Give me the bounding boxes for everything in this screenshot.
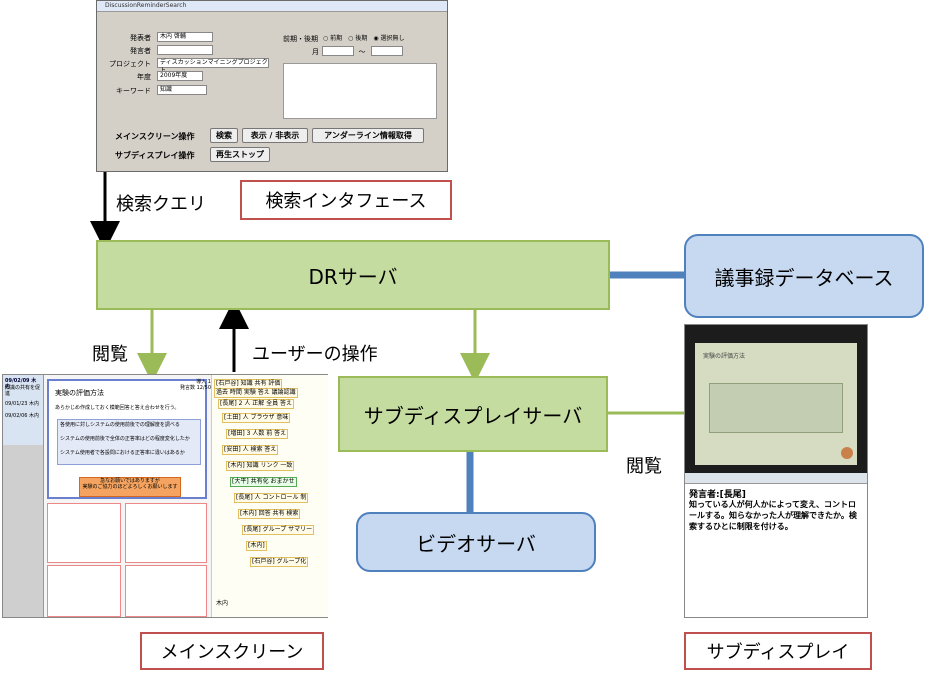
- slide-bullets-box: 各使用に対しシステムの使用前後での理解度を調べる システムの使用前後で全体の正答…: [57, 419, 201, 465]
- month-from-select[interactable]: [322, 46, 354, 56]
- slide-line: あらかじめ作成しておく模範回答と答え合わせを行う。: [55, 405, 180, 411]
- sub-video-frame: 実験の評価方法: [695, 343, 857, 465]
- term-radio-group[interactable]: ○ 前期 ○ 後期 ◉ 選択無し: [323, 33, 405, 42]
- tree-node[interactable]: 過去 時間 実験 答え 議論認識: [214, 388, 298, 398]
- results-list[interactable]: [283, 63, 437, 119]
- doc-thumb[interactable]: [125, 503, 207, 563]
- slide-bullet: システム使用者で各設問における正答率に違いはあるか: [60, 450, 185, 456]
- tree-footer: 木内: [216, 600, 229, 607]
- toggle-button[interactable]: 表示 / 非表示: [242, 128, 308, 143]
- subdisplay-server-box: サブディスプレイサーバ: [338, 376, 608, 452]
- year-label: 年度: [137, 73, 151, 81]
- minutes-db-box: 議事録データベース: [684, 234, 924, 318]
- project-select[interactable]: ディスカッションマイニングプロジェクト: [157, 58, 269, 74]
- video-server-box: ビデオサーバ: [356, 512, 596, 572]
- sub-slide-dot: [841, 447, 853, 459]
- tree-node[interactable]: [木内]: [246, 541, 267, 551]
- tree-node[interactable]: [長尾] グループ サマリー: [242, 525, 315, 535]
- dr-server-box: DRサーバ: [96, 240, 610, 310]
- main-screen-thumbnail: 09/02/09 木内 知識の共有を促進 09/01/23 木内 09/02/0…: [2, 374, 328, 618]
- month-label: 月: [312, 48, 319, 56]
- speaker-label: 発表者: [130, 34, 151, 42]
- discussion-tree: [石戸谷] 知識 共有 評価 過去 時間 実験 答え 議論認識 [長尾] 2 人…: [211, 375, 328, 617]
- left-item[interactable]: 09/01/23 木内: [5, 401, 41, 407]
- slide-header-right: 導入 1 発言数 12/50: [180, 379, 211, 391]
- term-radio-2[interactable]: ○ 後期: [348, 33, 367, 42]
- term-label: 前期・後期: [283, 35, 318, 43]
- tree-node[interactable]: [木内] 知識 リンク 一致: [226, 461, 295, 471]
- stop-button[interactable]: 再生ストップ: [210, 147, 270, 162]
- speaker2-label: 発言者: [130, 47, 151, 55]
- year-select[interactable]: 2009年度: [157, 71, 203, 81]
- slide-orange-box: 急なお願いではありますが 実験のご協力のほどよろしくお願いします: [79, 477, 181, 497]
- sub-ops-label: サブディスプレイ操作: [115, 151, 195, 160]
- main-left-pane: 09/02/09 木内 知識の共有を促進 09/01/23 木内 09/02/0…: [3, 375, 44, 617]
- browse-right-label: 閲覧: [626, 456, 662, 477]
- search-window-title: DiscussionReminderSearch: [97, 1, 447, 12]
- tree-node[interactable]: [土田] 人 ブラウザ 意味: [222, 413, 291, 423]
- project-label: プロジェクト: [109, 60, 151, 68]
- slide-bullet: 各使用に対しシステムの使用前後での理解度を調べる: [60, 422, 180, 428]
- speaker-select[interactable]: 木内 啓輔: [157, 32, 213, 42]
- month-to-select[interactable]: [371, 46, 403, 56]
- search-query-label: 検索クエリ: [116, 194, 206, 215]
- sub-utterance: 知っている人が何人かによって変え、コントロールする。知らなかった人が理解できたか…: [689, 500, 857, 531]
- slide-area: 実験の評価方法 あらかじめ作成しておく模範回答と答え合わせを行う。 各使用に対し…: [47, 379, 207, 499]
- doc-thumbs: [47, 503, 209, 617]
- left-item[interactable]: 知識の共有を促進: [5, 385, 41, 397]
- underline-button[interactable]: アンダーライン情報取得: [312, 128, 424, 143]
- sub-display-label: サブディスプレイ: [684, 632, 872, 670]
- doc-thumb[interactable]: [125, 565, 207, 617]
- main-screen-label: メインスクリーン: [140, 632, 324, 670]
- tree-node[interactable]: [増田] 3 人数 前 答え: [226, 429, 289, 439]
- term-radio-3[interactable]: ◉ 選択無し: [373, 33, 404, 42]
- sub-slide-box: [709, 383, 843, 433]
- sub-video-area: 実験の評価方法: [685, 325, 867, 473]
- tree-node[interactable]: [石戸谷] グループ化: [250, 557, 309, 567]
- tree-node[interactable]: [木内] 回答 共有 検索: [238, 509, 301, 519]
- keyword-input[interactable]: 知識: [157, 85, 207, 95]
- left-pane-fill: [3, 445, 43, 617]
- keyword-label: キーワード: [116, 87, 151, 95]
- search-button[interactable]: 検索: [210, 128, 238, 143]
- slide-title: 実験の評価方法: [55, 389, 104, 397]
- search-window: DiscussionReminderSearch 発表者 木内 啓輔 発言者 プ…: [96, 0, 448, 172]
- slide-bullet: システムの使用前後で全体の正答率はどの程度変化したか: [60, 436, 190, 442]
- doc-thumb[interactable]: [47, 565, 121, 617]
- browse-left-label: 閲覧: [92, 344, 128, 365]
- tree-node[interactable]: [長尾] 2 人 正解 全員 答え: [218, 399, 295, 409]
- sub-progress-bar[interactable]: [685, 473, 867, 484]
- left-item[interactable]: 09/02/06 木内: [5, 413, 41, 419]
- tree-node[interactable]: [安田] 人 検索 答え: [222, 445, 279, 455]
- search-interface-label: 検索インタフェース: [240, 180, 452, 220]
- tree-node[interactable]: [長尾] 人 コントロール 制: [234, 493, 309, 503]
- sub-display-thumbnail: 実験の評価方法 発言者:[長尾] 知っている人が何人かによって変え、コントロール…: [684, 324, 868, 618]
- main-ops-label: メインスクリーン操作: [115, 132, 195, 141]
- sub-slide-title: 実験の評価方法: [703, 353, 746, 360]
- tree-node[interactable]: [大平] 共有化 おまかせ: [230, 477, 297, 487]
- speaker2-select[interactable]: [157, 45, 213, 55]
- term-radio-1[interactable]: ○ 前期: [323, 33, 342, 42]
- month-sep: 〜: [358, 48, 366, 56]
- user-ops-label: ユーザーの操作: [252, 344, 378, 365]
- doc-thumb[interactable]: [47, 503, 121, 563]
